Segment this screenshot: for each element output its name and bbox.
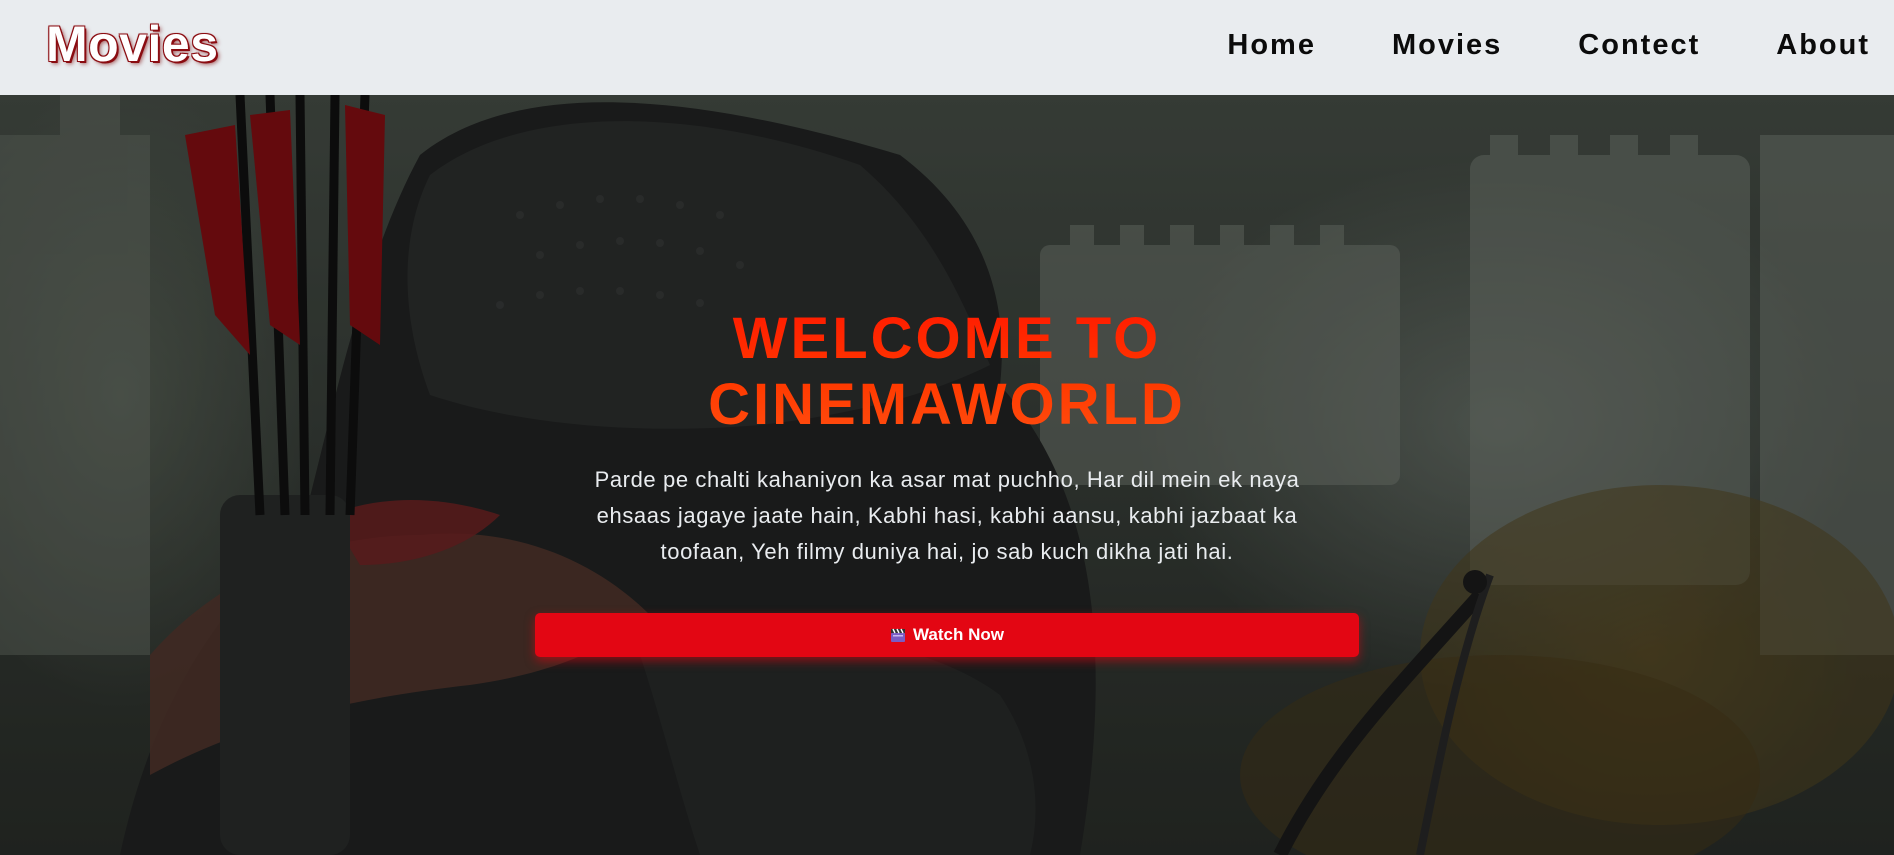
hero-section: WELCOME TO CINEMAWORLD Parde pe chalti k… <box>0 95 1894 855</box>
hero-description: Parde pe chalti kahaniyon ka asar mat pu… <box>594 467 1300 564</box>
watch-now-label: Watch Now <box>913 625 1004 644</box>
nav-link-movies[interactable]: Movies <box>1392 29 1502 62</box>
watch-now-button[interactable]: Watch Now <box>535 613 1359 657</box>
clapperboard-icon <box>890 628 906 643</box>
site-logo[interactable]: Movies <box>46 15 219 73</box>
nav-link-contact[interactable]: Contect <box>1578 29 1700 62</box>
main-nav: Home Movies Contect About <box>1151 29 1870 62</box>
hero-title: WELCOME TO CINEMAWORLD <box>597 306 1297 438</box>
nav-link-home[interactable]: Home <box>1227 29 1316 62</box>
hero-content: WELCOME TO CINEMAWORLD Parde pe chalti k… <box>0 95 1894 855</box>
site-header: Movies Home Movies Contect About <box>0 0 1894 95</box>
nav-link-about[interactable]: About <box>1776 29 1870 62</box>
